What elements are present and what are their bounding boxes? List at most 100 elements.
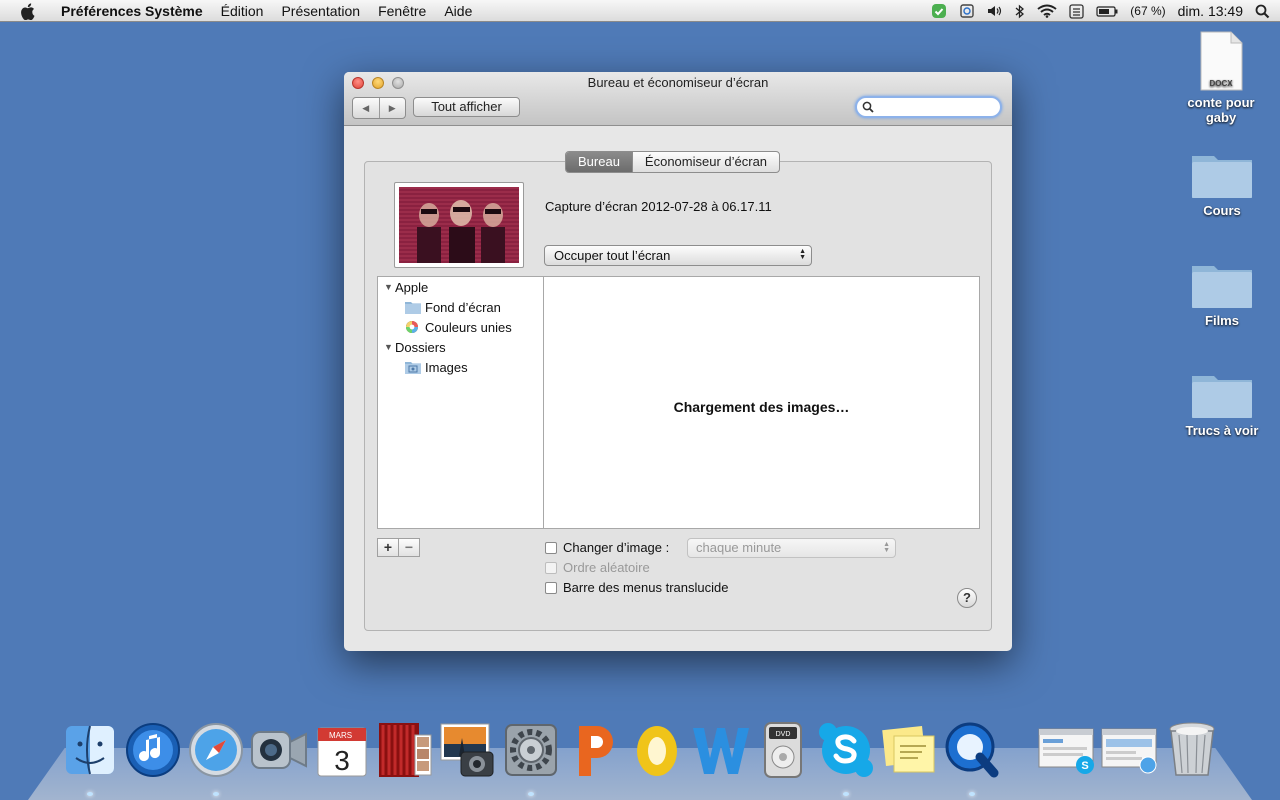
change-picture-option[interactable]: Changer d’image : [545, 540, 669, 555]
bluetooth-icon[interactable] [1015, 4, 1025, 19]
menu-edition[interactable]: Édition [212, 0, 273, 22]
dock-skype-window[interactable]: S [1037, 720, 1095, 780]
change-picture-label: Changer d’image : [563, 540, 670, 555]
dock-iphoto[interactable] [439, 720, 497, 780]
desktop-folder-trucs[interactable]: Trucs à voir [1172, 368, 1272, 438]
menu-app-name[interactable]: Préférences Système [52, 0, 212, 22]
random-order-option[interactable]: Ordre aléatoire [545, 560, 650, 575]
folder-icon [1192, 156, 1252, 198]
quicktime-icon [945, 722, 999, 778]
picture-browser[interactable]: Chargement des images… [543, 276, 980, 529]
dock-trash[interactable] [1163, 720, 1221, 780]
color-wheel-icon [405, 320, 421, 334]
tab-bureau[interactable]: Bureau [566, 152, 632, 172]
apple-menu-icon[interactable] [16, 2, 38, 20]
spotlight-search-icon[interactable] [1255, 4, 1270, 19]
dock-system-preferences[interactable] [502, 720, 560, 780]
source-item-couleurs-unies[interactable]: Couleurs unies [405, 318, 512, 336]
source-group-dossiers[interactable]: ▼ Dossiers [384, 338, 446, 356]
dock-dvd-player[interactable]: DVD [754, 720, 812, 780]
source-item-label: Fond d’écran [425, 299, 501, 315]
window-thumbnail-icon [1101, 728, 1157, 774]
source-item-label: Images [425, 359, 468, 375]
tab-bar: Bureau Économiseur d’écran [565, 151, 781, 173]
dock-safari[interactable] [187, 720, 245, 780]
translucent-menu-checkbox[interactable] [545, 581, 557, 594]
battery-percent: (67 %) [1130, 4, 1166, 18]
search-input[interactable] [875, 99, 993, 115]
add-remove-buttons: + − [377, 538, 420, 557]
fill-mode-value: Occuper tout l’écran [554, 248, 671, 263]
source-group-label: Apple [395, 279, 429, 295]
translucent-menu-option[interactable]: Barre des menus translucide [545, 580, 728, 595]
running-indicator [969, 792, 975, 796]
dock-facetime[interactable] [250, 720, 308, 780]
tab-economiseur[interactable]: Économiseur d’écran [631, 152, 779, 172]
forward-arrow-icon[interactable]: ▶ [378, 98, 406, 118]
dock-quicktime[interactable] [943, 720, 1001, 780]
select-arrows-icon: ▲ ▼ [799, 248, 806, 261]
svg-text:S: S [1081, 760, 1088, 772]
change-picture-checkbox[interactable] [545, 541, 557, 554]
fill-mode-select[interactable]: Occuper tout l’écran ▲ ▼ [544, 245, 812, 266]
battery-icon[interactable] [1096, 5, 1118, 17]
calendar-icon: MARS 3 [317, 727, 367, 777]
source-item-fond-ecran[interactable]: Fond d’écran [405, 298, 501, 316]
title-bar[interactable]: Bureau et économiseur d’écran ◀ ▶ Tout a… [344, 72, 1012, 126]
navigation-buttons: ◀ ▶ [352, 97, 406, 119]
current-picture-well[interactable] [394, 182, 524, 268]
pictures-folder-icon [405, 360, 421, 374]
dock-skype[interactable] [817, 720, 875, 780]
change-interval-select[interactable]: chaque minute ▲ ▼ [687, 538, 896, 558]
dock-photo-booth[interactable] [376, 720, 434, 780]
dock-powerpoint[interactable] [565, 720, 623, 780]
dvd-player-icon: DVD [764, 722, 802, 778]
wifi-icon[interactable] [1037, 4, 1057, 18]
menu-aide[interactable]: Aide [435, 0, 481, 22]
source-group-apple[interactable]: ▼ Apple [384, 278, 428, 296]
random-order-checkbox[interactable] [545, 561, 557, 574]
stickies-icon [882, 726, 935, 773]
calendar-day: 3 [334, 745, 350, 776]
dock-safari-window[interactable] [1100, 720, 1158, 780]
translucent-menu-label: Barre des menus translucide [563, 580, 729, 595]
desktop-icon-label: Cours [1203, 203, 1241, 218]
itunes-icon [126, 723, 180, 777]
folder-icon [1192, 266, 1252, 308]
docx-badge: DOCX [1209, 79, 1233, 88]
evernote-status-icon[interactable] [931, 3, 947, 19]
current-picture-name: Capture d’écran 2012-07-28 à 06.17.11 [545, 199, 772, 214]
running-indicator [213, 792, 219, 796]
source-item-images[interactable]: Images [405, 358, 468, 376]
desktop-folder-films[interactable]: Films [1172, 258, 1272, 328]
running-indicator [528, 792, 534, 796]
volume-icon[interactable] [987, 4, 1003, 18]
disclosure-triangle-icon[interactable]: ▼ [384, 342, 395, 352]
clock[interactable]: dim. 13:49 [1178, 3, 1243, 19]
add-folder-button[interactable]: + [378, 539, 398, 556]
help-button[interactable]: ? [957, 588, 977, 608]
menu-fenetre[interactable]: Fenêtre [369, 0, 435, 22]
dock-finder[interactable] [61, 720, 119, 780]
keyboard-viewer-icon[interactable] [1069, 3, 1084, 19]
menu-presentation[interactable]: Présentation [272, 0, 369, 22]
remove-folder-button[interactable]: − [398, 539, 419, 556]
folder-icon [1192, 376, 1252, 418]
folder-icon [405, 300, 421, 314]
disclosure-triangle-icon[interactable]: ▼ [384, 282, 395, 292]
window-title: Bureau et économiseur d’écran [587, 75, 769, 90]
back-arrow-icon[interactable]: ◀ [353, 98, 379, 118]
search-field [855, 96, 1002, 118]
dock-itunes[interactable] [124, 720, 182, 780]
dock-outlook[interactable] [628, 720, 686, 780]
desktop-icon-label: Trucs à voir [1185, 423, 1259, 438]
dock-stickies[interactable] [880, 720, 938, 780]
show-all-button[interactable]: Tout afficher [413, 97, 520, 117]
dock-calendar[interactable]: MARS 3 [313, 720, 371, 780]
calendar-month: MARS [329, 731, 352, 740]
iphoto-icon [440, 723, 494, 777]
desktop-icon-docx[interactable]: DOCX conte pour gaby [1171, 30, 1271, 125]
desktop-folder-cours[interactable]: Cours [1172, 148, 1272, 218]
dock-word[interactable] [691, 720, 749, 780]
time-machine-status-icon[interactable] [959, 3, 975, 19]
